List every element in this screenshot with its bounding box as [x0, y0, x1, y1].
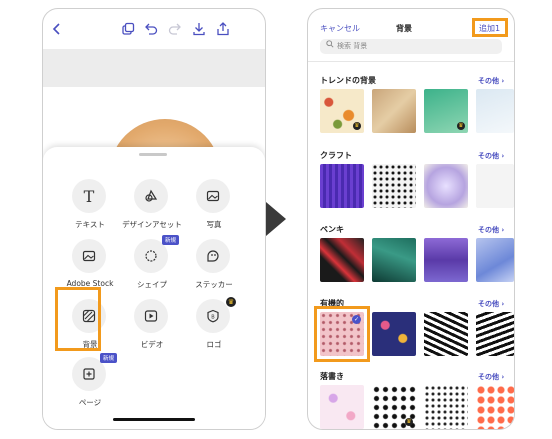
- highlight-background-tool: [55, 287, 101, 351]
- background-thumbnail[interactable]: ♛: [372, 385, 416, 429]
- undo-icon[interactable]: [143, 21, 159, 37]
- search-icon: [326, 39, 334, 54]
- background-thumbnail[interactable]: [320, 164, 364, 208]
- section-title: トレンドの背景: [320, 76, 376, 85]
- section-title: クラフト: [320, 151, 352, 160]
- video-icon: [134, 299, 168, 333]
- tool-design-assets[interactable]: デザインアセット: [122, 177, 182, 237]
- highlight-add-button: [472, 18, 508, 37]
- tool-page[interactable]: 新規 ページ: [60, 353, 120, 415]
- tool-video[interactable]: ビデオ: [122, 297, 182, 357]
- stock-icon: [72, 239, 106, 273]
- background-thumbnail[interactable]: [424, 238, 468, 282]
- sheet-handle[interactable]: [139, 153, 167, 156]
- canvas-strip: [43, 49, 265, 87]
- search-placeholder: 検索 背景: [337, 42, 368, 50]
- background-thumbnail[interactable]: [476, 164, 514, 208]
- background-thumbnail[interactable]: [476, 89, 514, 133]
- background-thumbnail[interactable]: [320, 385, 364, 429]
- section-title: ペンキ: [320, 225, 344, 234]
- premium-crown-icon: ♛: [353, 122, 361, 130]
- back-chevron-icon[interactable]: [49, 21, 65, 37]
- search-input[interactable]: 検索 背景: [320, 39, 502, 54]
- right-phone-screen: キャンセル 背景 追加1 検索 背景 トレンドの背景 その他 › ♛ ♛ クラフ…: [307, 8, 515, 430]
- new-badge: 新規: [162, 235, 180, 245]
- editor-toolbar: [43, 9, 265, 49]
- background-thumbnail[interactable]: [372, 312, 416, 356]
- design-asset-icon: [134, 179, 168, 213]
- download-icon[interactable]: [191, 21, 207, 37]
- background-thumbnail[interactable]: [320, 238, 364, 282]
- add-content-sheet: T テキスト デザインアセット 写真 Adobe Stock 新規 シェイプ ス…: [43, 147, 265, 429]
- tool-logo[interactable]: B ♛ ロゴ: [184, 297, 244, 357]
- background-thumbnail[interactable]: [476, 238, 514, 282]
- svg-text:B: B: [211, 315, 215, 321]
- premium-crown-icon: ♛: [226, 297, 236, 307]
- tool-text[interactable]: T テキスト: [60, 177, 120, 237]
- background-thumbnail[interactable]: [424, 164, 468, 208]
- tool-label: 写真: [206, 220, 222, 229]
- background-thumbnail[interactable]: [372, 89, 416, 133]
- tool-photo[interactable]: 写真: [184, 177, 244, 237]
- background-thumbnail[interactable]: [424, 312, 468, 356]
- see-more-link[interactable]: その他 ›: [478, 299, 504, 309]
- sticker-icon: [196, 239, 230, 273]
- tool-label: ページ: [78, 398, 102, 407]
- pages-icon[interactable]: [120, 21, 136, 37]
- tool-label: ステッカー: [195, 280, 233, 289]
- redo-icon[interactable]: [167, 21, 183, 37]
- see-more-link[interactable]: その他 ›: [478, 225, 504, 235]
- home-indicator: [113, 418, 195, 421]
- section-title: 落書き: [320, 372, 344, 381]
- new-badge: 新規: [100, 353, 118, 363]
- text-icon: T: [72, 179, 106, 213]
- see-more-link[interactable]: その他 ›: [478, 372, 504, 382]
- see-more-link[interactable]: その他 ›: [478, 151, 504, 161]
- left-phone-screen: T テキスト デザインアセット 写真 Adobe Stock 新規 シェイプ ス…: [42, 8, 266, 430]
- background-thumbnail[interactable]: [372, 164, 416, 208]
- premium-crown-icon: ♛: [457, 122, 465, 130]
- see-more-link[interactable]: その他 ›: [478, 76, 504, 86]
- background-thumbnail[interactable]: ♛: [320, 89, 364, 133]
- background-thumbnail[interactable]: [476, 385, 514, 429]
- background-thumbnail[interactable]: [476, 312, 514, 356]
- cancel-button[interactable]: キャンセル: [320, 23, 360, 34]
- photo-icon: [196, 179, 230, 213]
- tool-sticker[interactable]: ステッカー: [184, 237, 244, 297]
- premium-crown-icon: ♛: [405, 418, 413, 426]
- background-thumbnail[interactable]: ♛: [424, 89, 468, 133]
- tool-label: ロゴ: [206, 340, 222, 349]
- page-title: 背景: [396, 24, 412, 33]
- background-thumbnail[interactable]: [372, 238, 416, 282]
- background-thumbnail[interactable]: [424, 385, 468, 429]
- highlight-selected-thumbnail: [314, 306, 370, 362]
- tool-shape[interactable]: 新規 シェイプ: [122, 235, 182, 297]
- logo-icon: B: [196, 299, 230, 333]
- divider: [308, 61, 514, 62]
- arrow-right-icon: [266, 202, 286, 236]
- share-icon[interactable]: [215, 21, 231, 37]
